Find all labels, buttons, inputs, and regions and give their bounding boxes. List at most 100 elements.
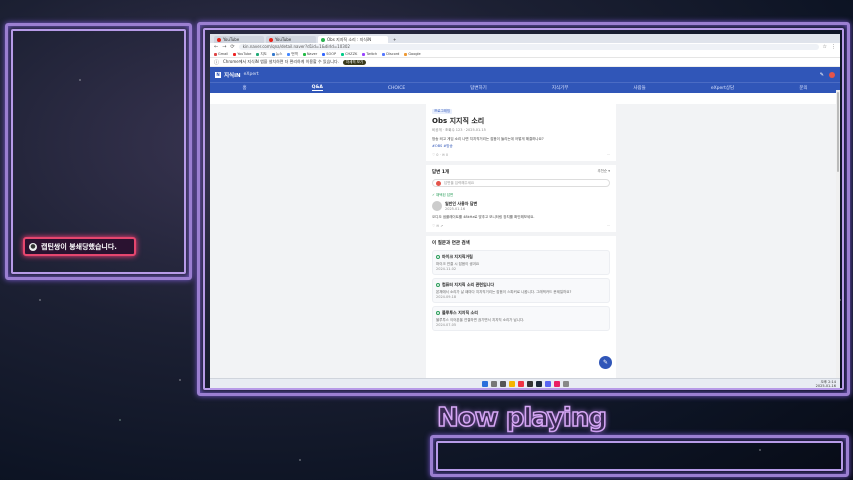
bookmark-item[interactable]: 지도 (256, 52, 267, 57)
related-item[interactable]: 컴퓨터 지지직 소리 관련입니다 본체에서 소리가 날 때마다 지지직거리는 잡… (432, 278, 610, 303)
avatar (436, 180, 441, 186)
browser-window: YouTube YouTube Obs 지지직 소리 : 지식iN + ← → … (210, 34, 840, 388)
kin-header: N 지식iN eXpert ✎ (210, 67, 840, 82)
like-button[interactable]: ♡ 0 · ✉ 0 (432, 153, 448, 157)
bookmark-icon (322, 52, 326, 56)
kin-logo[interactable]: N 지식iN eXpert (215, 71, 259, 79)
bookmark-item[interactable]: 뉴스 (271, 52, 282, 57)
related-item[interactable]: 마이크 지지직거림 마이크 연결 시 잡음이 생겨요 2024.11.02 (432, 250, 610, 275)
nav-people[interactable]: 사람들 (633, 85, 645, 91)
install-notice-bar: ⓘ Chrome에서 지식iN 앱을 설치하면 더 편리하게 이용할 수 있습니… (210, 58, 840, 67)
bookmark-item[interactable]: Gmail (214, 52, 228, 56)
answer-actions: ♡ ✉ ↗ ⋯ (432, 224, 610, 228)
start-icon[interactable] (481, 380, 488, 387)
page-scrollbar[interactable] (836, 90, 840, 380)
reaction-icons[interactable]: ♡ ✉ ↗ (432, 224, 443, 228)
page-content: 프로그래밍 Obs 지지직 소리 비공개 · 조회수 123 · 2025.01… (210, 104, 840, 378)
bookmark-item[interactable]: CHZZK (341, 52, 357, 56)
naver-n-icon: N (215, 71, 221, 78)
bookmark-icon (256, 52, 260, 56)
reload-icon[interactable]: ⟳ (230, 44, 234, 50)
related-title: 이 질문과 연관 검색 (432, 241, 470, 246)
related-item[interactable]: 블루투스 지지직 소리 블루투스 이어폰을 연결하면 끊기면서 지지직 소리가 … (432, 306, 610, 331)
nav-contact[interactable]: 문의 (799, 85, 807, 91)
info-icon: ⓘ (214, 59, 220, 66)
steam-icon[interactable] (535, 380, 542, 387)
bookmark-icon (287, 52, 291, 56)
question-meta: 비공개 · 조회수 123 · 2025.01.15 (432, 128, 486, 132)
nav-donate[interactable]: 지식기부 (552, 85, 569, 91)
category-tag[interactable]: 프로그래밍 (432, 109, 453, 114)
more-icon[interactable]: ⋯ (607, 153, 611, 157)
kin-nav: 홈 Q&A CHOICE 답변하기 지식기부 사람들 eXpert상담 문의 (210, 82, 840, 93)
answer-body: 오디오 샘플레이트를 48kHz로 맞추고 모니터링 장치를 확인해보세요. (432, 215, 535, 219)
sort-dropdown[interactable]: 추천순 ▾ (597, 169, 610, 175)
question-actions: ♡ 0 · ✉ 0 ⋯ (432, 153, 610, 157)
answers-header: 답변 1개 추천순 ▾ (432, 169, 610, 175)
bookmark-item[interactable]: Discord (382, 52, 399, 56)
answer-author[interactable]: 일반인 사용자 답변 2025.01.16 (432, 201, 610, 211)
youtube-icon (217, 37, 221, 42)
windows-taskbar: 오후 2:14 2025-01-16 (210, 378, 840, 388)
answer-input[interactable]: 답변을 입력해주세요 (432, 179, 610, 187)
back-icon[interactable]: ← (214, 44, 218, 50)
nav-answer[interactable]: 답변하기 (470, 85, 487, 91)
question-card: 프로그래밍 Obs 지지직 소리 비공개 · 조회수 123 · 2025.01… (426, 104, 616, 165)
search-icon[interactable] (490, 380, 497, 387)
bookmark-icon (362, 52, 366, 56)
nav-home[interactable]: 홈 (243, 85, 247, 91)
tab-kin[interactable]: Obs 지지직 소리 : 지식iN (318, 36, 388, 43)
url-input[interactable]: kin.naver.com/qna/detail.naver?d1id=1&di… (238, 44, 819, 50)
pencil-icon[interactable]: ✎ (820, 72, 824, 78)
bookmark-icon (214, 52, 217, 56)
menu-icon[interactable]: ⋮ (831, 44, 836, 50)
bookmark-icon (271, 52, 275, 56)
discord-icon[interactable] (544, 380, 551, 387)
bookmark-item[interactable]: Twitch (362, 52, 377, 56)
author-name: 일반인 사용자 답변 (445, 201, 478, 206)
profile-avatar[interactable] (829, 71, 835, 78)
bookmark-icon (302, 52, 306, 56)
taskview-icon[interactable] (499, 380, 506, 387)
ban-alert-text: 캡틴쌍이 봉쇄당했습니다. (41, 242, 117, 251)
author-avatar (432, 201, 442, 211)
star-icon[interactable]: ☆ (823, 44, 827, 50)
nav-choice[interactable]: CHOICE (388, 86, 405, 91)
answer-more-icon[interactable]: ⋯ (607, 224, 611, 228)
user-icon: ● (29, 242, 37, 251)
q-icon (436, 283, 440, 287)
write-fab-button[interactable]: ✎ (599, 356, 612, 369)
ban-alert: ● 캡틴쌍이 봉쇄당했습니다. (23, 237, 136, 256)
bookmark-item[interactable]: Google (404, 52, 421, 56)
q-icon (436, 255, 440, 259)
bookmark-item[interactable]: Naver (302, 52, 317, 56)
bookmark-icon (404, 52, 408, 56)
q-icon (436, 311, 440, 315)
bookmark-item[interactable]: SOOP (322, 52, 336, 56)
system-tray[interactable]: 오후 2:14 2025-01-16 (816, 380, 836, 388)
settings-icon[interactable] (562, 380, 569, 387)
question-body: 방송 켜고 게임 소리 나면 지지직거리는 잡음이 들리는데 어떻게 해결하나요… (432, 137, 544, 141)
app-icon[interactable] (553, 380, 560, 387)
chrome-icon[interactable] (517, 380, 524, 387)
new-tab-button[interactable]: + (390, 36, 398, 43)
now-playing-frame (430, 435, 849, 477)
question-title: Obs 지지직 소리 (432, 117, 485, 125)
nav-qna[interactable]: Q&A (311, 85, 323, 91)
explorer-icon[interactable] (508, 380, 515, 387)
question-column: 프로그래밍 Obs 지지직 소리 비공개 · 조회수 123 · 2025.01… (426, 104, 616, 378)
notice-text: Chrome에서 지식iN 앱을 설치하면 더 편리하게 이용할 수 있습니다. (223, 59, 339, 64)
forward-icon[interactable]: → (222, 44, 226, 50)
bookmark-item[interactable]: 번역 (287, 52, 298, 57)
tab-youtube-2[interactable]: YouTube (266, 36, 316, 43)
tab-youtube-1[interactable]: YouTube (214, 36, 264, 43)
notice-button[interactable]: 자세히 보기 (342, 59, 367, 65)
now-playing-label: Now playing (436, 402, 607, 434)
related-section: 이 질문과 연관 검색 마이크 지지직거림 마이크 연결 시 잡음이 생겨요 2… (426, 236, 616, 338)
answer-date: 2025.01.16 (445, 207, 466, 211)
bookmark-item[interactable]: YouTube (233, 52, 251, 56)
obs-icon[interactable] (526, 380, 533, 387)
question-hashtags[interactable]: #OBS #방송 (432, 144, 610, 149)
header-actions: ✎ (820, 71, 835, 78)
nav-expert[interactable]: eXpert상담 (711, 85, 734, 91)
